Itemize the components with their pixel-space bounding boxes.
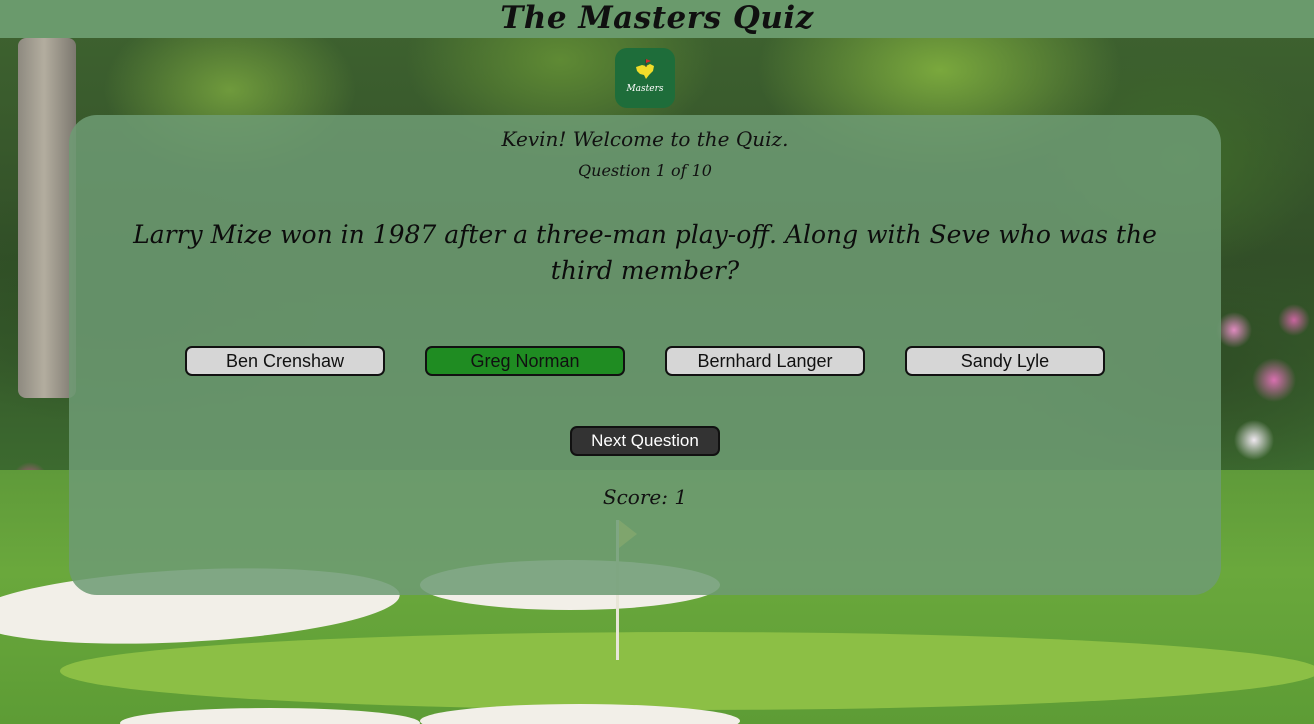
answer-button-3[interactable]: Bernhard Langer <box>665 346 865 376</box>
page-header: The Masters Quiz <box>0 0 1314 38</box>
answer-button-2[interactable]: Greg Norman <box>425 346 625 376</box>
score-display: Score: 1 <box>602 485 688 509</box>
page-title: The Masters Quiz <box>500 0 814 36</box>
masters-map-flag-icon <box>636 59 654 79</box>
tree-trunk <box>18 38 76 398</box>
welcome-message: Kevin! Welcome to the Quiz. <box>501 127 789 151</box>
answer-options: Ben Crenshaw Greg Norman Bernhard Langer… <box>185 346 1105 376</box>
answer-button-4[interactable]: Sandy Lyle <box>905 346 1105 376</box>
putting-green <box>60 632 1314 710</box>
logo-text: Masters <box>626 84 664 94</box>
question-text: Larry Mize won in 1987 after a three-man… <box>133 220 1157 285</box>
answer-button-1[interactable]: Ben Crenshaw <box>185 346 385 376</box>
quiz-panel: Kevin! Welcome to the Quiz. Question 1 o… <box>69 115 1221 595</box>
next-question-button[interactable]: Next Question <box>570 426 720 456</box>
masters-logo: Masters <box>615 48 675 108</box>
question-progress: Question 1 of 10 <box>578 161 712 180</box>
